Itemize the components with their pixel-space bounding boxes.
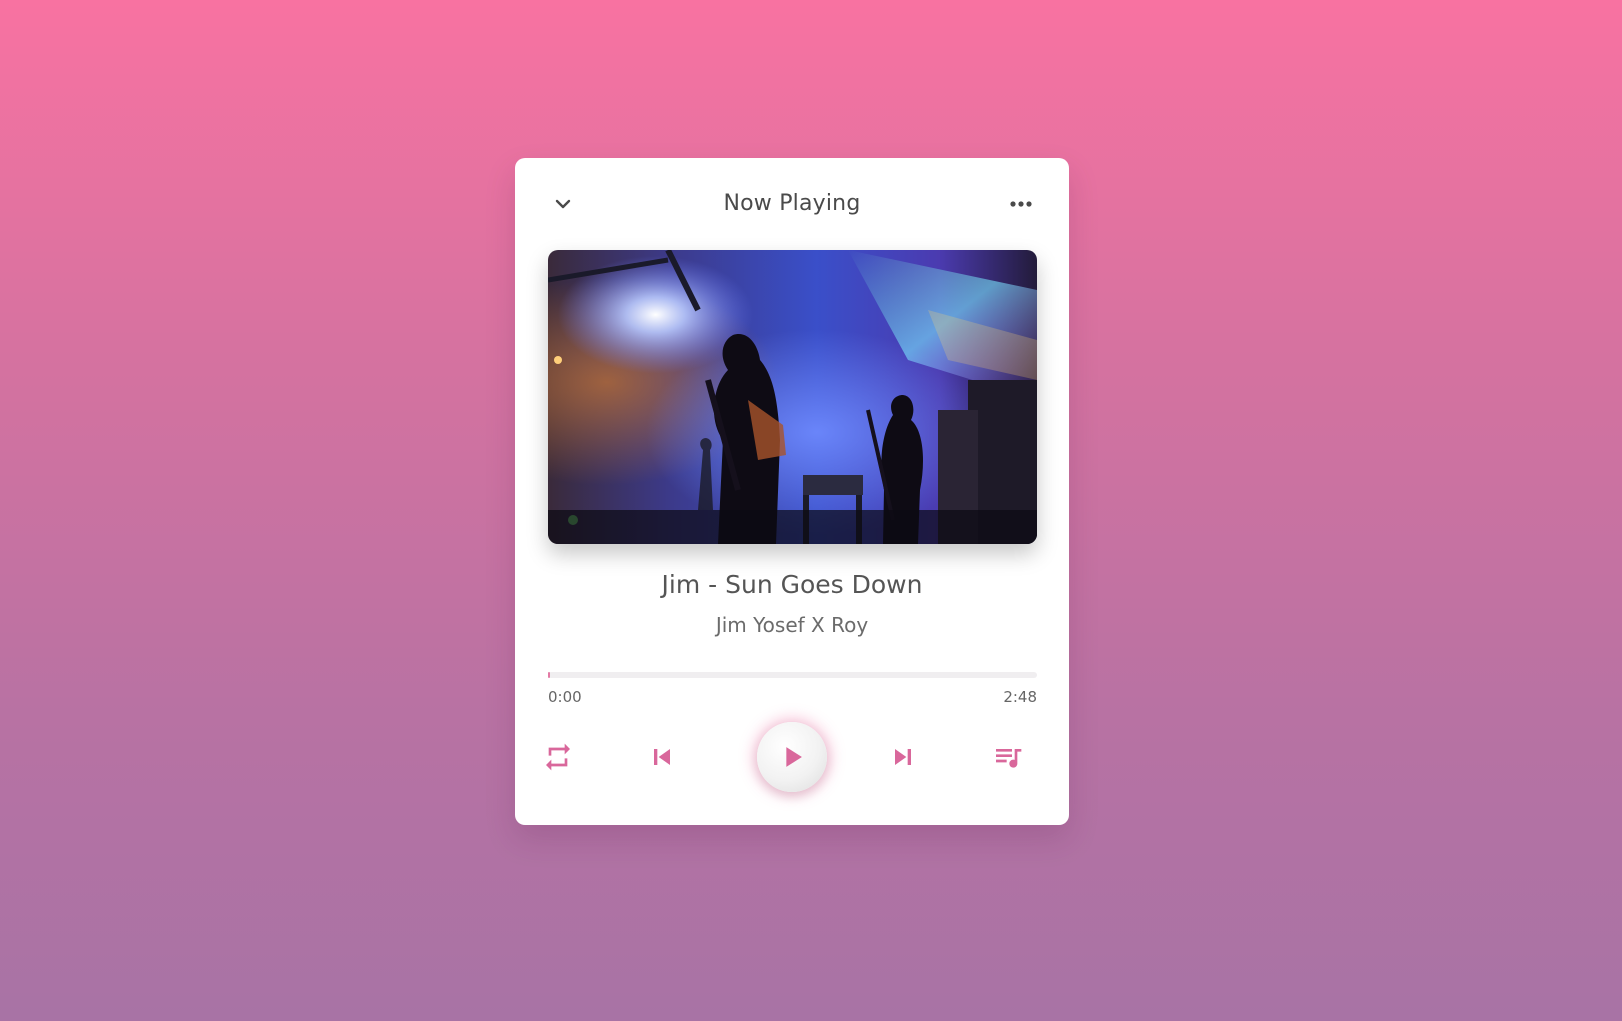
- previous-button[interactable]: [639, 734, 685, 780]
- page-title: Now Playing: [723, 191, 861, 216]
- album-art: [548, 250, 1037, 544]
- concert-photo: [548, 250, 1037, 544]
- player-header: Now Playing: [515, 158, 1069, 250]
- queue-button[interactable]: [985, 734, 1031, 780]
- play-icon: [786, 747, 802, 767]
- progress-bar[interactable]: [548, 672, 1037, 678]
- repeat-icon: [546, 743, 570, 771]
- skip-next-icon: [895, 749, 911, 765]
- repeat-button[interactable]: [535, 734, 581, 780]
- queue-music-icon: [996, 749, 1022, 768]
- player-card: Now Playing Jim - Sun Goes Down Jim Yose…: [515, 158, 1069, 825]
- playback-controls: [515, 722, 1069, 794]
- current-time: 0:00: [548, 688, 582, 706]
- next-button[interactable]: [880, 734, 926, 780]
- more-horizontal-icon: [1010, 201, 1032, 207]
- duration-time: 2:48: [1003, 688, 1037, 706]
- track-title: Jim - Sun Goes Down: [661, 570, 923, 599]
- track-artist: Jim Yosef X Roy: [715, 613, 869, 637]
- skip-previous-icon: [654, 749, 670, 765]
- progress-fill: [548, 672, 550, 678]
- more-options-button[interactable]: [1001, 188, 1041, 220]
- play-button[interactable]: [757, 722, 827, 792]
